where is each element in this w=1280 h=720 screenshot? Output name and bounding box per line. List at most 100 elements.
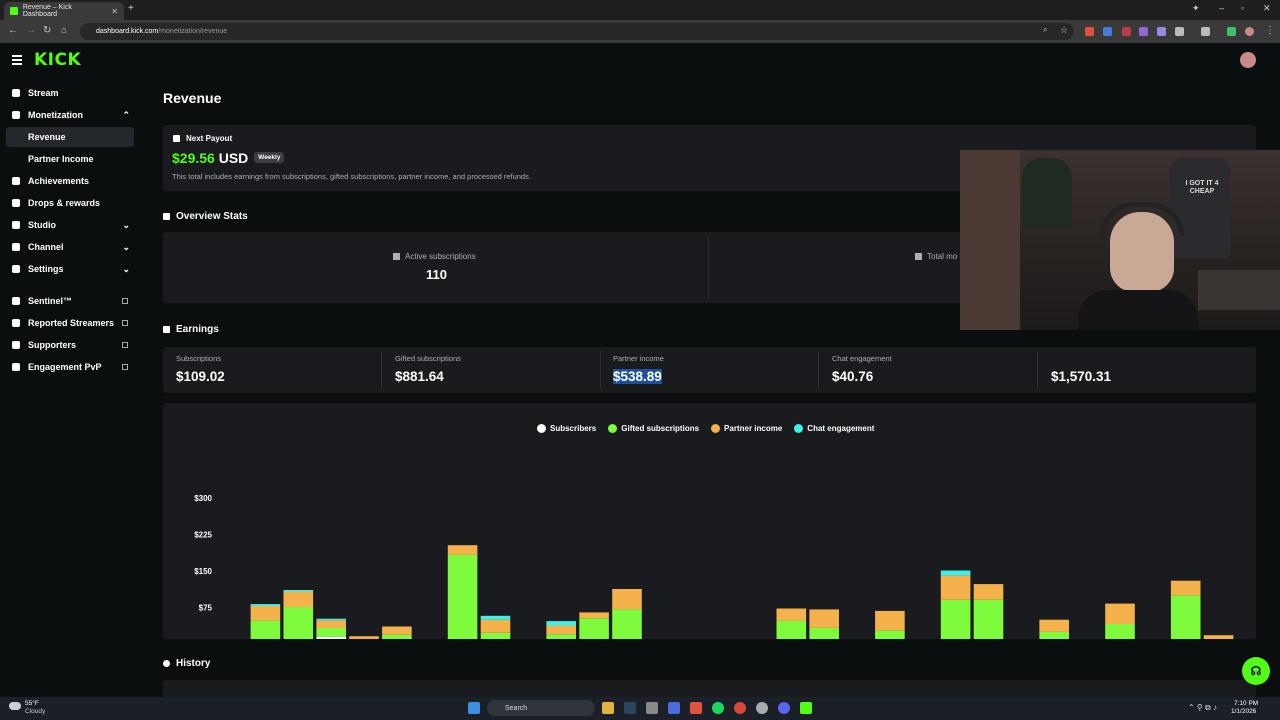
bar-segment[interactable]	[973, 599, 1004, 639]
bar-segment[interactable]	[316, 627, 346, 637]
sidebar-item-engagement-pvp[interactable]: Engagement PvP	[6, 357, 134, 377]
new-tab-button[interactable]: +	[128, 3, 134, 14]
bar-segment[interactable]	[809, 609, 839, 628]
hamburger-menu-icon[interactable]	[12, 55, 22, 67]
bar-segment[interactable]	[940, 599, 971, 639]
sidebar-item-drops-rewards[interactable]: Drops & rewards	[6, 193, 134, 213]
sidebar-item-stream[interactable]: Stream	[6, 83, 134, 103]
bar-segment[interactable]	[579, 612, 609, 619]
app-icon[interactable]	[646, 702, 658, 714]
windows-start-icon[interactable]	[468, 702, 480, 714]
weather-temp[interactable]: 55°F	[25, 700, 39, 707]
bar-segment[interactable]	[1170, 580, 1201, 596]
sidebar-item-reported-streamers[interactable]: Reported Streamers	[6, 313, 134, 333]
obs-icon[interactable]	[756, 702, 768, 714]
forward-icon[interactable]: →	[26, 25, 36, 36]
bar-segment[interactable]	[316, 636, 346, 639]
bar-segment[interactable]	[1203, 635, 1234, 639]
bar-segment[interactable]	[1105, 603, 1135, 624]
bar-segment[interactable]	[875, 610, 905, 631]
settings-app-icon[interactable]	[668, 702, 680, 714]
bar-segment[interactable]	[447, 545, 478, 555]
bar-segment[interactable]	[776, 620, 807, 639]
sidebar-item-supporters[interactable]: Supporters	[6, 335, 134, 355]
discord-icon[interactable]	[778, 702, 790, 714]
extension-icon[interactable]	[1122, 27, 1131, 36]
sidebar-item-sentinel[interactable]: Sentinel™	[6, 291, 134, 311]
brave-icon[interactable]	[690, 702, 702, 714]
sidebar-item-revenue[interactable]: Revenue	[6, 127, 134, 147]
sidebar-item-settings[interactable]: Settings ⌄	[6, 259, 134, 279]
close-tab-icon[interactable]: ✕	[111, 7, 118, 16]
bar-segment[interactable]	[809, 627, 839, 639]
sidebar-item-studio[interactable]: Studio ⌄	[6, 215, 134, 235]
extension-icon[interactable]	[1103, 27, 1112, 36]
chrome-icon[interactable]	[734, 702, 746, 714]
bar-segment[interactable]	[316, 620, 346, 628]
bar-segment[interactable]	[283, 591, 314, 607]
reload-icon[interactable]: ↻	[43, 25, 51, 36]
bar-segment[interactable]	[250, 604, 281, 606]
bookmark-star-icon[interactable]: ☆	[1060, 25, 1068, 36]
bar-segment[interactable]	[283, 590, 314, 592]
home-icon[interactable]: ⌂	[61, 25, 67, 36]
bar-segment[interactable]	[283, 607, 314, 639]
bar-segment[interactable]	[250, 620, 281, 639]
bar-segment[interactable]	[382, 634, 412, 639]
bar-segment[interactable]	[316, 618, 346, 621]
bar-segment[interactable]	[940, 570, 971, 576]
tray-icons[interactable]: ⌃ ⚲ ⧉ ♪	[1188, 703, 1217, 713]
bar-segment[interactable]	[612, 609, 642, 639]
taskbar-search[interactable]: Search	[487, 700, 595, 716]
sparkle-icon[interactable]: ✦	[1192, 3, 1200, 14]
bar-segment[interactable]	[480, 615, 511, 620]
sidebar-item-achievements[interactable]: Achievements	[6, 171, 134, 191]
bar-segment[interactable]	[546, 625, 576, 635]
bar-segment[interactable]	[382, 626, 412, 635]
bar-segment[interactable]	[546, 634, 576, 639]
cast-icon[interactable]	[1201, 27, 1210, 36]
bar-segment[interactable]	[1105, 624, 1135, 639]
bar-segment[interactable]	[1170, 595, 1201, 639]
clock-time[interactable]: 7:10 PM	[1234, 700, 1258, 707]
user-avatar[interactable]	[1240, 52, 1256, 68]
extensions-puzzle-icon[interactable]	[1175, 27, 1184, 36]
bar-segment[interactable]	[579, 618, 609, 639]
bar-segment[interactable]	[776, 608, 807, 621]
sidebar-item-channel[interactable]: Channel ⌄	[6, 237, 134, 257]
zoom-icon[interactable]: ⌕	[1043, 25, 1047, 35]
extension-icon[interactable]	[1227, 27, 1236, 36]
kick-logo[interactable]: KICK	[34, 50, 81, 70]
bar-segment[interactable]	[1039, 631, 1069, 639]
file-explorer-icon[interactable]	[602, 702, 614, 714]
steam-icon[interactable]	[624, 702, 636, 714]
sidebar-item-partner-income[interactable]: Partner Income	[6, 149, 134, 169]
extension-icon[interactable]	[1139, 27, 1148, 36]
kick-app-icon[interactable]	[800, 702, 812, 714]
browser-menu-icon[interactable]: ⋮	[1265, 25, 1275, 36]
bar-segment[interactable]	[1039, 619, 1069, 632]
back-icon[interactable]: ←	[8, 25, 18, 36]
spotify-icon[interactable]	[712, 702, 724, 714]
bar-segment[interactable]	[973, 584, 1004, 600]
address-bar[interactable]: dashboard.kick.com/monetization/revenue	[80, 23, 1074, 40]
bar-segment[interactable]	[250, 606, 281, 621]
minimize-button[interactable]: –	[1219, 3, 1224, 13]
bar-segment[interactable]	[480, 619, 511, 633]
bar-segment[interactable]	[480, 632, 511, 639]
maximize-button[interactable]: ▫	[1241, 3, 1244, 13]
browser-tab[interactable]: Revenue – Kick Dashboard ✕	[4, 2, 124, 20]
extension-icon[interactable]	[1157, 27, 1166, 36]
monetization-icon	[12, 111, 20, 119]
sidebar-item-monetization[interactable]: Monetization ⌃	[6, 105, 134, 125]
bar-segment[interactable]	[875, 630, 905, 639]
bar-segment[interactable]	[447, 554, 478, 639]
profile-avatar-icon[interactable]	[1245, 27, 1254, 36]
help-chat-button[interactable]: ☊	[1242, 657, 1270, 685]
close-window-button[interactable]: ✕	[1263, 3, 1271, 14]
bar-segment[interactable]	[349, 636, 379, 639]
bar-segment[interactable]	[940, 575, 971, 600]
extension-icon[interactable]	[1085, 27, 1094, 36]
bar-segment[interactable]	[612, 589, 642, 610]
bar-segment[interactable]	[546, 621, 576, 626]
